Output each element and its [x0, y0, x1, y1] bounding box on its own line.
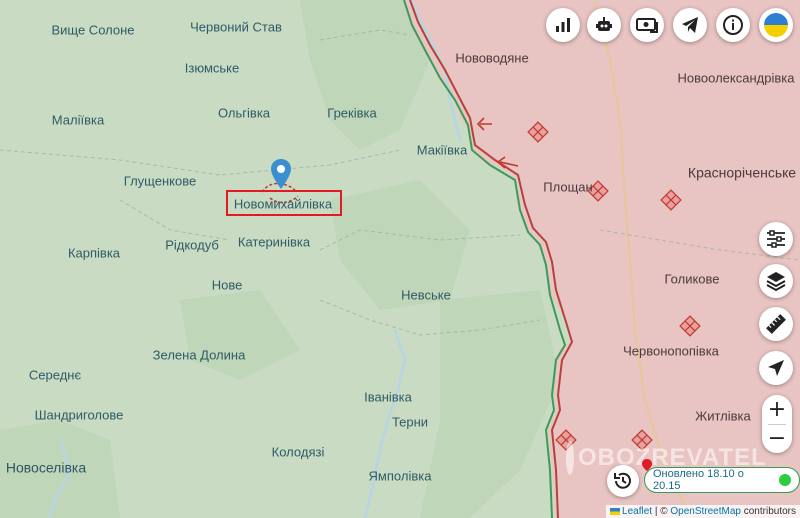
locate-button[interactable] — [759, 351, 793, 385]
layers-button[interactable] — [759, 264, 793, 298]
filters-icon — [767, 230, 785, 248]
place-krasnorichenske: Краснорiченськe — [687, 164, 797, 181]
info-icon — [723, 15, 743, 35]
place-zelena-dolyna: Зелена Долина — [152, 347, 246, 363]
history-clock-icon — [614, 472, 631, 489]
place-karpivka: Карпівка — [67, 245, 121, 261]
place-vyshche-solone: Вище Солоне — [51, 22, 135, 38]
place-ridkodub: Рідкодуб — [165, 237, 219, 253]
history-button[interactable] — [607, 465, 639, 497]
place-seredne: Середнє — [28, 367, 82, 383]
place-ivanivka: Іванівка — [364, 389, 412, 405]
locate-arrow-icon — [768, 360, 784, 376]
zoom-divider — [768, 424, 786, 425]
place-makiivka: Макіївка — [416, 142, 468, 158]
layers-icon — [766, 272, 786, 292]
place-novovodiane: Нововодяне — [455, 50, 529, 66]
osm-link[interactable]: OpenStreetMap — [670, 506, 741, 517]
update-status-badge[interactable]: Оновлено 18.10 о 20.15 — [644, 467, 800, 493]
place-chervonyi-stav: Червоний Став — [190, 19, 282, 35]
telegram-icon — [682, 17, 698, 33]
place-olhivka: Ольгівка — [217, 105, 271, 121]
donate-button[interactable] — [630, 8, 664, 42]
attribution-separator: | © — [652, 506, 671, 517]
place-shandryholove: Шандриголове — [34, 407, 124, 423]
place-iziumske: Ізюмське — [184, 60, 240, 76]
stats-icon — [556, 18, 570, 32]
donate-icon — [636, 18, 658, 33]
place-nove: Нове — [211, 277, 243, 293]
place-novooleksandrivka: Новоолександрівка — [677, 70, 795, 86]
update-status-text: Оновлено 18.10 о 20.15 — [653, 468, 744, 492]
bot-button[interactable] — [587, 8, 621, 42]
place-katerynivka: Катеринівка — [237, 234, 311, 250]
place-malivka: Маліївка — [51, 112, 105, 128]
watermark-logo-icon — [566, 441, 574, 475]
stats-button[interactable] — [546, 8, 580, 42]
leaflet-flag-icon — [610, 508, 621, 515]
map-attribution: Leaflet | © OpenStreetMap contributors — [606, 505, 800, 518]
map-marker-icon[interactable] — [270, 158, 292, 190]
zoom-in-button[interactable]: + — [762, 395, 792, 424]
ruler-button[interactable] — [759, 307, 793, 341]
place-hlushchenkove: Глущенкове — [123, 173, 197, 189]
filters-button[interactable] — [759, 222, 793, 256]
place-ploshchanka: Площан — [543, 179, 593, 195]
ruler-icon — [766, 314, 786, 334]
leaflet-link[interactable]: Leaflet — [622, 506, 652, 517]
language-button[interactable] — [759, 8, 793, 42]
place-yampolivka: Ямполівка — [368, 468, 432, 484]
info-button[interactable] — [716, 8, 750, 42]
robot-icon — [596, 17, 612, 31]
telegram-button[interactable] — [673, 8, 707, 42]
place-zhytlivka: Житлівка — [695, 408, 751, 424]
online-status-dot — [779, 474, 791, 486]
place-hrekivka: Греківка — [327, 105, 377, 121]
place-nevske: Невське — [401, 287, 451, 303]
place-terny: Терни — [391, 414, 429, 430]
place-novoselivka: Новоселівка — [5, 459, 87, 476]
place-chervonopopivka: Червонопопівка — [623, 343, 719, 359]
attribution-contributors: contributors — [740, 506, 796, 517]
highlight-box — [226, 190, 342, 216]
place-holykove: Голикове — [664, 271, 720, 287]
place-kolodiazi: Колодязі — [271, 444, 325, 460]
ukraine-flag-icon — [764, 13, 788, 37]
